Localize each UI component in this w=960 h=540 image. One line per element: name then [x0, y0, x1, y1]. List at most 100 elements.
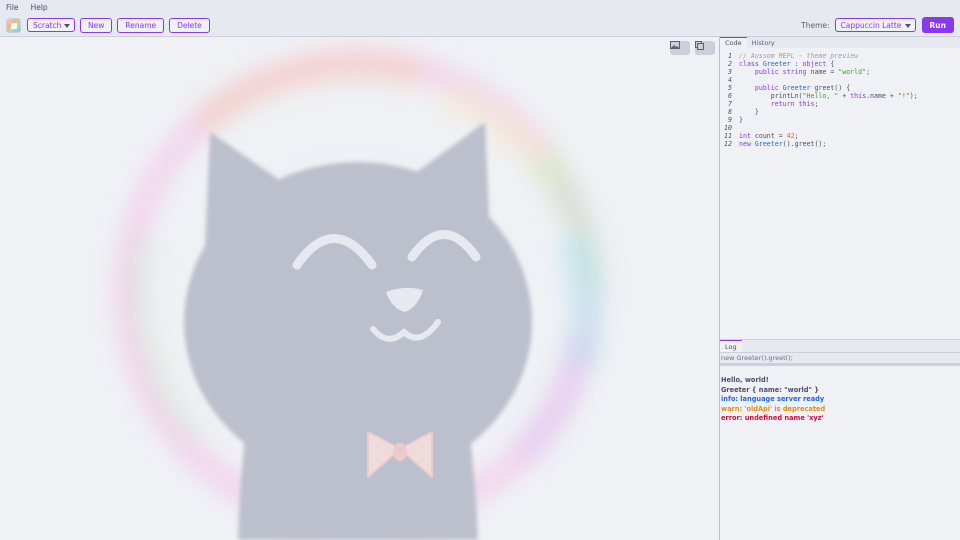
toolbar: Scratch New Rename Delete Theme: Cappucc… — [0, 14, 960, 37]
code-token: // Aussom REPL - theme preview — [739, 52, 859, 60]
code-line: 6 printLn("Hello, " + this.name + "!"); — [720, 92, 960, 100]
code-line: 5 public Greeter greet() { — [720, 84, 960, 92]
line-number: 6 — [728, 92, 732, 100]
run-button[interactable]: Run — [921, 17, 954, 33]
code-text: // Aussom REPL - theme preview — [739, 52, 858, 60]
code-token: printLn( — [739, 92, 803, 100]
code-token: ); — [909, 92, 918, 100]
line-number: 8 — [728, 108, 732, 116]
chevron-down-icon — [64, 24, 70, 28]
code-token: } — [739, 116, 743, 124]
code-token: greet() { — [810, 84, 851, 92]
menu-bar: File Help — [0, 0, 960, 14]
code-token: public — [739, 68, 783, 76]
line-number: 11 — [724, 132, 732, 140]
code-token: int — [739, 132, 751, 140]
code-token: object — [802, 60, 827, 68]
code-line: 12 new Greeter().greet(); — [720, 140, 960, 148]
line-number: 1 — [728, 52, 732, 60]
code-token: } — [739, 108, 759, 116]
project-select[interactable]: Scratch — [27, 18, 75, 32]
log-tabs: Log — [720, 339, 960, 352]
code-editor[interactable]: 1 // Aussom REPL - theme preview 2 class Gr… — [720, 48, 960, 339]
code-token: new — [739, 140, 755, 148]
log-line: warn: 'oldApi' is deprecated — [721, 404, 826, 413]
project-select-value: Scratch — [33, 20, 62, 30]
code-token: 42 — [786, 132, 795, 140]
code-token: string — [782, 68, 807, 76]
log-line: Hello, world! — [721, 376, 769, 384]
line-number: 2 — [728, 60, 732, 68]
code-token: ; — [794, 132, 799, 140]
code-token: Greeter — [762, 60, 791, 68]
code-text: } — [739, 108, 759, 116]
delete-button[interactable]: Delete — [169, 17, 210, 33]
code-token: + — [838, 92, 851, 100]
rename-button[interactable]: Rename — [117, 17, 165, 33]
code-token: ; — [866, 68, 871, 76]
code-line: 4 — [720, 76, 960, 84]
code-token: "!" — [897, 92, 910, 100]
code-text: new Greeter().greet(); — [739, 140, 826, 148]
code-line: 1 // Aussom REPL - theme preview — [720, 52, 960, 60]
image-button[interactable] — [670, 41, 690, 55]
tab-history[interactable]: History — [747, 37, 780, 48]
log-output: Hello, world! Greeter { name: "world" } in… — [720, 366, 960, 424]
code-text: return this; — [739, 100, 819, 108]
code-line: 9} — [720, 116, 960, 124]
code-line: 10 — [720, 124, 960, 132]
code-token: name = — [806, 68, 839, 76]
code-token: count = — [750, 132, 787, 140]
line-number: 5 — [728, 84, 732, 92]
line-number: 9 — [728, 116, 732, 124]
cat-mascot-illustration — [113, 47, 608, 540]
code-token: .name + — [866, 92, 898, 100]
new-button[interactable]: New — [80, 17, 113, 33]
code-text: printLn("Hello, " + this.name + "!"); — [739, 92, 918, 100]
code-token: ; — [814, 100, 819, 108]
code-token: Greeter — [782, 84, 811, 92]
app-logo-icon — [6, 17, 21, 33]
code-token: "Hello, " — [802, 92, 839, 100]
code-token: public — [739, 84, 783, 92]
code-token: : — [790, 60, 803, 68]
log-input[interactable]: new Greeter().greet(); — [720, 352, 960, 364]
theme-select[interactable]: Cappuccin Latte — [834, 18, 916, 32]
code-line: 2 class Greeter : object { — [720, 60, 960, 68]
line-number: 4 — [728, 76, 732, 84]
copy-button[interactable] — [695, 41, 715, 55]
line-number: 3 — [728, 68, 732, 76]
code-text: int count = 42; — [739, 132, 799, 140]
line-number: 12 — [724, 140, 732, 148]
code-text: public Greeter greet() { — [739, 84, 850, 92]
tab-code[interactable]: Code — [720, 37, 747, 48]
right-panel: Code History 1 // Aussom REPL - theme pre… — [720, 37, 960, 540]
code-token: this — [850, 92, 867, 100]
line-number: 10 — [724, 124, 732, 132]
code-token: return — [739, 100, 799, 108]
log-line: info: language server ready — [721, 395, 825, 404]
code-line: 3 public string name = "world"; — [720, 68, 960, 76]
menu-file[interactable]: File — [6, 3, 19, 12]
code-token: class — [739, 60, 763, 68]
code-token: { — [826, 60, 835, 68]
image-icon — [670, 41, 680, 49]
code-line: 7 return this; — [720, 100, 960, 108]
log-line: error: undefined name 'xyz' — [721, 414, 824, 423]
preview-canvas — [0, 37, 719, 540]
code-token: Greeter — [754, 140, 783, 148]
code-token: "world" — [838, 68, 867, 76]
code-token: this — [798, 100, 815, 108]
menu-help[interactable]: Help — [31, 3, 48, 12]
code-text: } — [739, 116, 743, 124]
tab-log[interactable]: Log — [720, 340, 742, 352]
line-number: 7 — [728, 100, 732, 108]
editor-tabs: Code History — [720, 37, 960, 48]
code-text: class Greeter : object { — [739, 60, 834, 68]
theme-select-value: Cappuccin Latte — [840, 20, 902, 30]
code-text: public string name = "world"; — [739, 68, 870, 76]
copy-icon — [695, 41, 704, 50]
code-token: ().greet(); — [782, 140, 827, 148]
log-line: Greeter { name: "world" } — [721, 385, 819, 394]
code-line: 11 int count = 42; — [720, 132, 960, 140]
